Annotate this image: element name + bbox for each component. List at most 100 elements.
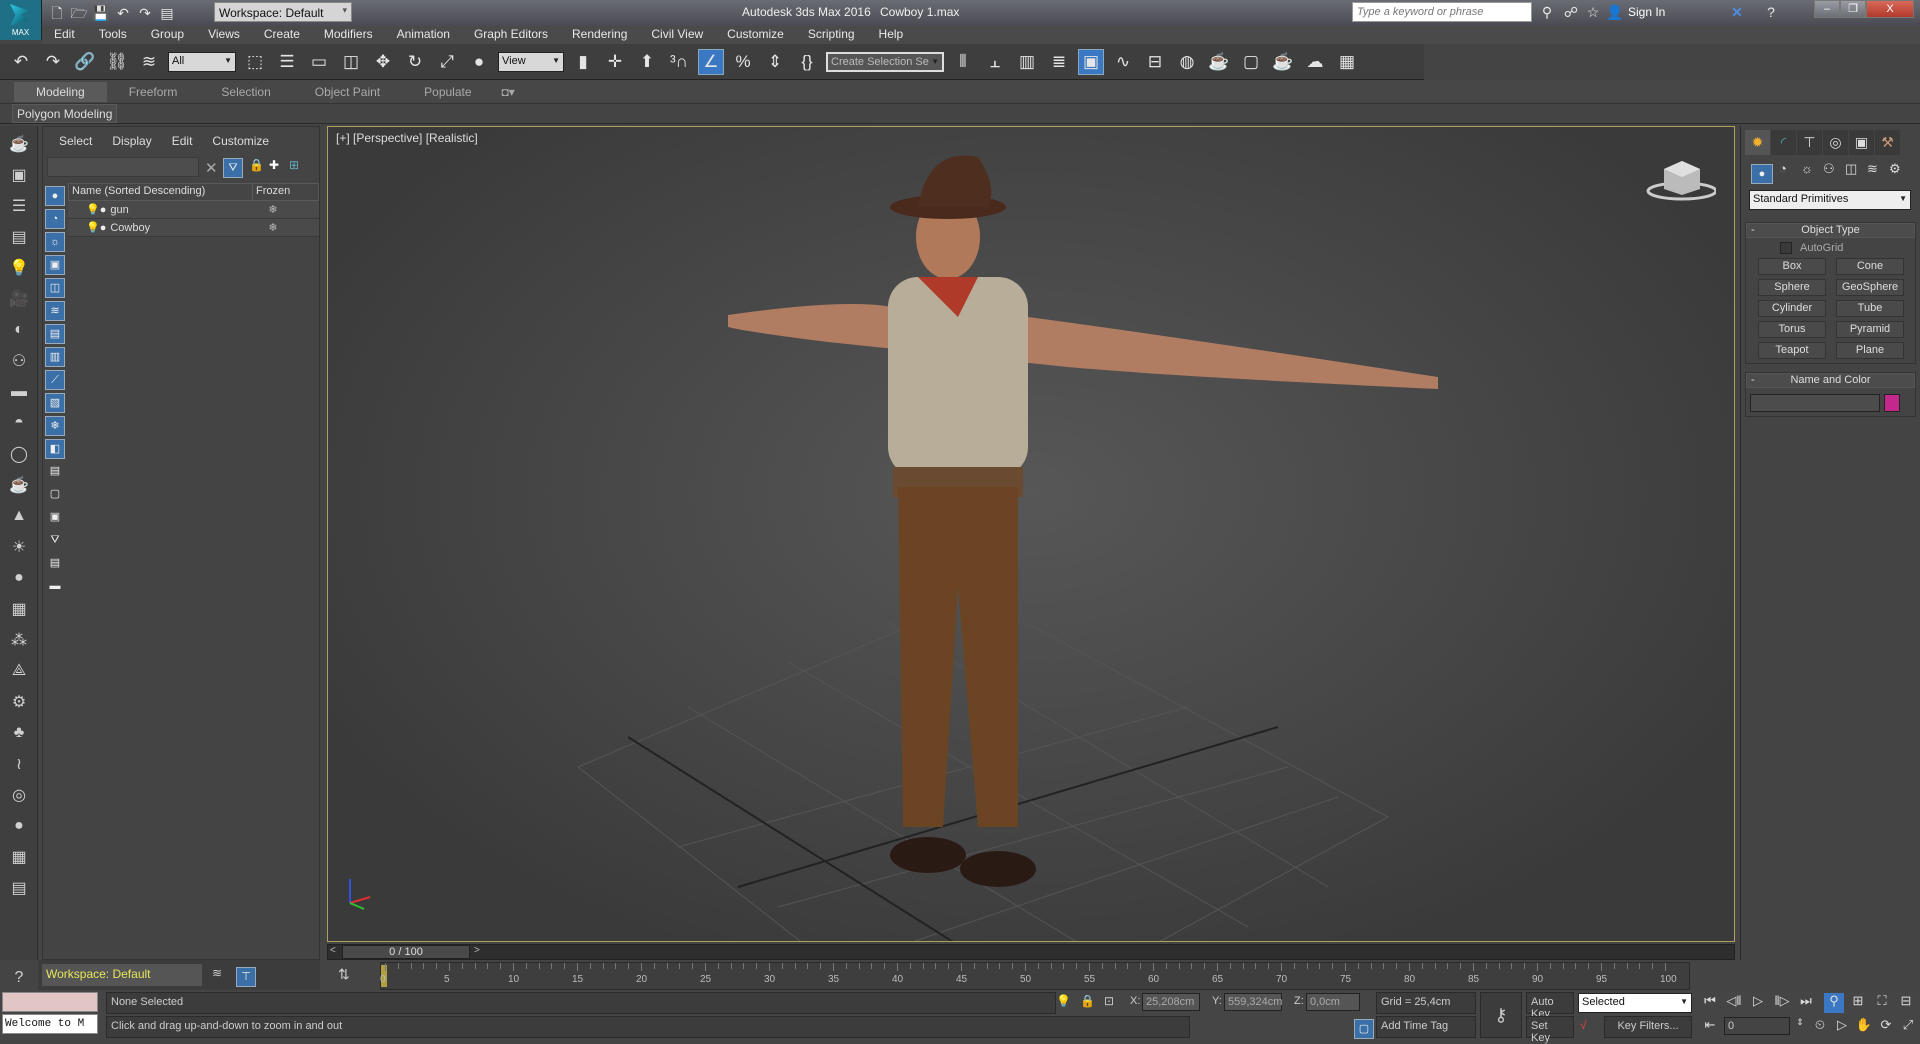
ribbon-tab-populate[interactable]: Populate [402,82,493,102]
tube-button[interactable]: Tube [1836,300,1904,317]
camera-icon[interactable]: 🎥 [6,286,32,312]
frozen-snowflake-icon[interactable]: ❄ [268,203,277,216]
gallery-icon[interactable]: ▦ [1334,49,1360,75]
reference-coordinate-dropdown[interactable]: View [498,51,564,72]
plant-icon[interactable]: ♣ [6,720,32,746]
key-filters-button[interactable]: Key Filters... [1604,1016,1692,1038]
display-lights-icon[interactable]: ☼ [45,232,65,252]
gear-icon[interactable]: ⚙ [6,689,32,715]
menu-help[interactable]: Help [867,26,916,44]
maximize-viewport-icon[interactable]: ⤢ [1898,1017,1918,1037]
maxscript-mini-listener[interactable]: Welcome to M [2,1014,98,1034]
align-icon[interactable]: ⫠ [982,49,1008,75]
spinner-snap-icon[interactable]: ⇕ [762,49,788,75]
current-frame-field[interactable]: 0 [1724,1017,1790,1035]
name-and-color-header[interactable]: - Name and Color [1746,373,1915,388]
object-name-input[interactable] [1750,394,1880,412]
auto-key-button[interactable]: Auto Key [1526,992,1574,1020]
help-search-input[interactable]: Type a keyword or phrase [1352,2,1532,22]
named-selection-sets-dropdown[interactable]: Create Selection Se [826,51,944,72]
layers-icon[interactable]: ≋ [212,966,222,980]
display-helpers-icon[interactable]: ◫ [45,278,65,298]
mini-curve-editor-icon[interactable]: ⇅ [338,966,350,983]
teapot-icon[interactable]: ☕ [6,131,32,157]
display-none-icon[interactable]: ▢ [45,485,65,505]
polygon-modeling-panel[interactable]: Polygon Modeling [12,104,118,123]
time-slider-thumb[interactable]: 0 / 100 [342,945,470,959]
ribbon-tab-freeform[interactable]: Freeform [107,82,200,102]
restore-button[interactable]: ❐ [1840,0,1866,18]
explorer-menu-select[interactable]: Select [49,134,102,148]
y-coordinate-field[interactable]: 559,324cm [1224,993,1282,1011]
object-color-swatch[interactable] [1884,394,1900,412]
torus-button[interactable]: Torus [1758,321,1826,338]
zoom-all-icon[interactable]: ⊞ [1848,993,1868,1013]
sphere-button[interactable]: Sphere [1758,279,1826,296]
snaps-toggle-icon[interactable]: ³∩ [666,49,692,75]
menu-group[interactable]: Group [139,26,196,44]
shapes-icon[interactable]: ◔ [1779,161,1797,187]
menu-animation[interactable]: Animation [385,26,462,44]
menu-tools[interactable]: Tools [87,26,139,44]
toggle-ribbon-icon[interactable]: ≣ [1046,49,1072,75]
go-to-start-icon[interactable]: ⏮ [1700,993,1720,1013]
list-item[interactable]: 💡 ● Cowboy ❄ [68,219,319,237]
script-icon[interactable]: ▤ [6,875,32,901]
edit-named-selection-icon[interactable]: {} [794,49,820,75]
redo-icon[interactable]: ↷ [40,49,66,75]
explorer-search-input[interactable] [47,157,199,177]
mirror-icon[interactable]: ⫴ [950,49,976,75]
display-bones-icon[interactable]: ⟋ [45,370,65,390]
communication-center-icon[interactable]: ☍ [1562,3,1580,21]
display-xrefs-icon[interactable]: ▥ [45,347,65,367]
display-containers-icon[interactable]: ▧ [45,393,65,413]
menu-views[interactable]: Views [196,26,252,44]
menu-customize[interactable]: Customize [715,26,796,44]
display-frozen-icon[interactable]: ❄ [45,416,65,436]
cylinder-button[interactable]: Cylinder [1758,300,1826,317]
orbit-icon[interactable]: ⟳ [1876,1017,1896,1037]
menu-rendering[interactable]: Rendering [560,26,639,44]
utilities-tab-icon[interactable]: ⚒ [1875,130,1900,155]
hair-icon[interactable]: ≀ [6,751,32,777]
pivot-center-icon[interactable]: ▮ [570,49,596,75]
set-key-button[interactable]: Set Key [1526,1016,1574,1044]
display-all-icon[interactable]: ▤ [45,462,65,482]
maxscript-listener-output[interactable] [2,992,98,1012]
render-window-icon[interactable]: ▣ [6,162,32,188]
manipulate-icon[interactable]: ✛ [602,49,628,75]
key-curve-icon[interactable]: √ [1580,1018,1587,1032]
schematic-view-icon[interactable]: ⊟ [1142,49,1168,75]
help-icon[interactable]: ? [6,965,32,991]
lights-icon[interactable]: ☼ [1801,161,1819,187]
display-cameras-icon[interactable]: ▣ [45,255,65,275]
sphere-icon[interactable]: ● [6,565,32,591]
pan-view-icon[interactable]: ✋ [1854,1017,1874,1037]
create-tab-icon[interactable]: ✹ [1745,130,1770,155]
ribbon-options-icon[interactable]: ◘▾ [494,82,523,102]
display-tab-icon[interactable]: ▣ [1849,130,1874,155]
key-mode-dropdown[interactable]: Selected [1578,993,1692,1013]
lightbulb-icon[interactable]: 💡 [86,203,100,216]
zoom-extents-all-icon[interactable]: ⊟ [1896,993,1916,1013]
table-icon[interactable]: ▤ [6,224,32,250]
close-button[interactable]: X [1866,0,1914,18]
undo-icon[interactable]: ↶ [114,4,132,22]
cone-button[interactable]: Cone [1836,258,1904,275]
explorer-menu-edit[interactable]: Edit [162,134,203,148]
viewcube[interactable] [1646,153,1718,201]
absolute-mode-icon[interactable]: ⊡ [1104,994,1114,1008]
add-selection-icon[interactable]: ✚ [269,158,279,172]
move-icon[interactable]: ✥ [370,49,396,75]
helpers-icon[interactable]: ◫ [1845,161,1863,187]
render-production-icon[interactable]: ☕ [1270,49,1296,75]
shaded-sphere-icon[interactable]: ● [6,813,32,839]
zoom-extents-icon[interactable]: ⛶ [1872,993,1892,1013]
menu-create[interactable]: Create [252,26,312,44]
light-icon[interactable]: 💡 [6,255,32,281]
lock-icon[interactable]: 🔒 [249,158,264,172]
autogrid-checkbox[interactable] [1780,242,1792,254]
favorites-star-icon[interactable]: ☆ [1584,3,1602,21]
next-frame-icon[interactable]: > [474,945,480,956]
space-warps-icon[interactable]: ≋ [1867,161,1885,187]
